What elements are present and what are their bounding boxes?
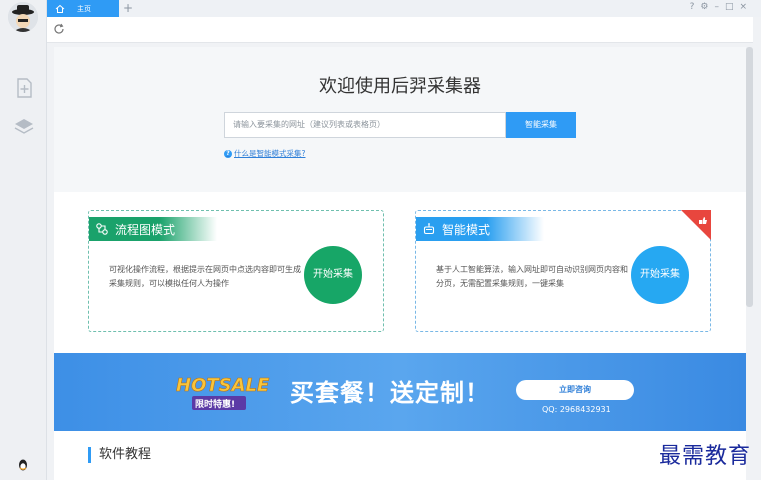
smart-mode-header: 智能模式	[416, 217, 544, 241]
promo-banner[interactable]: HOTSALE 限时特惠! 买套餐！送定制！ 立即咨询 QQ: 29684329…	[54, 353, 746, 431]
vertical-scrollbar[interactable]	[746, 47, 753, 307]
hotsale-subtext: 限时特惠!	[195, 398, 235, 410]
hotsale-text: HOTSALE	[176, 375, 270, 396]
recommend-corner-icon	[681, 210, 711, 240]
window-controls: ? ⚙ – □ ×	[690, 1, 747, 13]
smart-mode-help-link[interactable]: ? 什么是智能模式采集?	[224, 148, 305, 159]
help-icon[interactable]: ?	[690, 1, 695, 13]
flowchart-mode-header: 流程图模式	[89, 217, 217, 241]
flowchart-mode-title: 流程图模式	[115, 222, 176, 237]
main-content: 欢迎使用后羿采集器 请输入要采集的网址（建议列表或表格页） 智能采集 ? 什么是…	[54, 47, 746, 480]
smart-mode-title: 智能模式	[442, 222, 491, 237]
url-input[interactable]: 请输入要采集的网址（建议列表或表格页）	[224, 112, 506, 138]
tab-bar: 主页 + ? ⚙ – □ ×	[47, 0, 761, 17]
smart-start-button[interactable]: 开始采集	[631, 246, 689, 304]
flowchart-icon	[96, 223, 108, 235]
tutorial-section-title: 软件教程	[88, 447, 151, 463]
settings-icon[interactable]: ⚙	[700, 1, 708, 13]
qq-number: QQ: 2968432931	[542, 405, 611, 414]
close-button[interactable]: ×	[739, 1, 747, 13]
smart-mode-description: 基于人工智能算法，输入网址即可自动识别网页内容和分页，无需配置采集规则，一键采集	[436, 265, 628, 288]
user-avatar[interactable]	[8, 2, 38, 32]
nav-bar	[47, 17, 753, 43]
smart-collect-button[interactable]: 智能采集	[506, 112, 576, 138]
question-icon: ?	[224, 149, 232, 158]
flowchart-start-button[interactable]: 开始采集	[304, 246, 362, 304]
add-tab-button[interactable]: +	[123, 1, 133, 15]
maximize-button[interactable]: □	[725, 1, 734, 13]
minimize-button[interactable]: –	[714, 1, 719, 13]
robot-icon	[423, 223, 435, 235]
refresh-icon[interactable]	[53, 23, 65, 35]
home-icon	[55, 4, 65, 13]
app-window: 主页 + ? ⚙ – □ × 欢迎使用后羿采集器 请输入要采集的网址（建议列表或…	[0, 0, 761, 480]
watermark: 最需教育	[658, 444, 751, 469]
consult-now-button[interactable]: 立即咨询	[516, 380, 634, 400]
smart-mode-card[interactable]: 智能模式 基于人工智能算法，输入网址即可自动识别网页内容和分页，无需配置采集规则…	[415, 210, 711, 332]
help-link-text: 什么是智能模式采集?	[234, 149, 306, 158]
hotsale-badge: HOTSALE 限时特惠!	[176, 375, 270, 410]
new-task-icon[interactable]	[13, 77, 35, 99]
tab-home-label: 主页	[77, 4, 91, 13]
left-sidebar	[0, 0, 47, 480]
flowchart-mode-description: 可视化操作流程，根据提示在网页中点选内容即可生成采集规则，可以模拟任何人为操作	[109, 265, 301, 288]
layers-icon[interactable]	[13, 116, 35, 138]
tab-home[interactable]: 主页	[47, 0, 119, 17]
flowchart-mode-card[interactable]: 流程图模式 可视化操作流程，根据提示在网页中点选内容即可生成采集规则，可以模拟任…	[88, 210, 384, 332]
banner-title: 买套餐！送定制！	[290, 379, 490, 407]
page-title: 欢迎使用后羿采集器	[319, 76, 481, 97]
qq-penguin-icon[interactable]	[16, 458, 30, 472]
hero-section: 欢迎使用后羿采集器 请输入要采集的网址（建议列表或表格页） 智能采集 ? 什么是…	[54, 47, 746, 192]
